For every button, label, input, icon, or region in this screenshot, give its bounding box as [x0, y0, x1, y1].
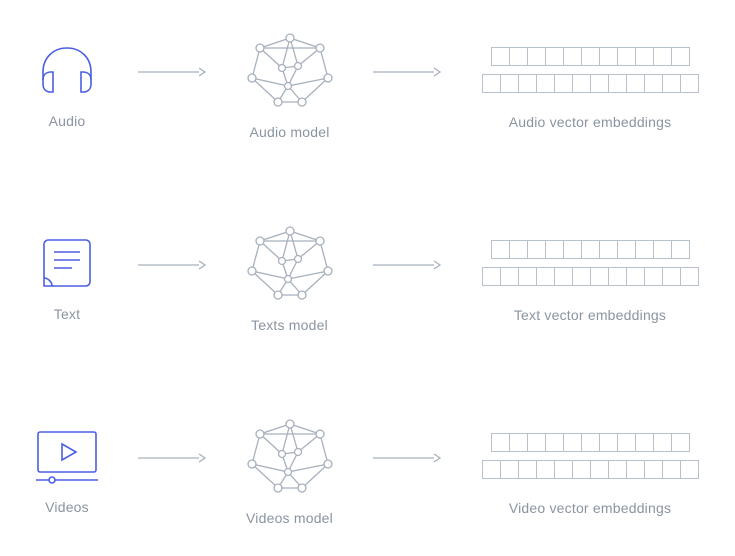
arrow-icon [137, 451, 207, 465]
arrow-icon [372, 451, 442, 465]
embedding-cells-icon [475, 233, 705, 293]
video-player-icon [30, 427, 104, 485]
arrow-icon [372, 65, 442, 79]
row-text: Text T [30, 223, 705, 333]
input-audio: Audio [30, 41, 104, 129]
network-icon [240, 416, 340, 496]
document-icon [30, 234, 104, 292]
arrow-icon [137, 258, 207, 272]
model-label: Audio model [249, 124, 329, 140]
input-videos: Videos [30, 427, 104, 515]
output-videos: Video vector embeddings [475, 426, 705, 516]
model-audio: Audio model [240, 30, 340, 140]
arrow-icon [137, 65, 207, 79]
output-audio: Audio vector embeddings [475, 40, 705, 130]
model-videos: Videos model [240, 416, 340, 526]
input-label: Videos [45, 499, 89, 515]
embedding-cells-icon [475, 426, 705, 486]
network-icon [240, 223, 340, 303]
embedding-cells-icon [475, 40, 705, 100]
network-icon [240, 30, 340, 110]
row-audio: Audio [30, 30, 705, 140]
row-videos: Videos [30, 416, 705, 526]
headphones-icon [30, 41, 104, 99]
output-text: Text vector embeddings [475, 233, 705, 323]
input-text: Text [30, 234, 104, 322]
output-label: Audio vector embeddings [509, 114, 672, 130]
output-label: Video vector embeddings [509, 500, 671, 516]
output-label: Text vector embeddings [514, 307, 666, 323]
input-label: Text [54, 306, 80, 322]
model-text: Texts model [240, 223, 340, 333]
arrow-icon [372, 258, 442, 272]
model-label: Videos model [246, 510, 333, 526]
model-label: Texts model [251, 317, 328, 333]
input-label: Audio [49, 113, 86, 129]
